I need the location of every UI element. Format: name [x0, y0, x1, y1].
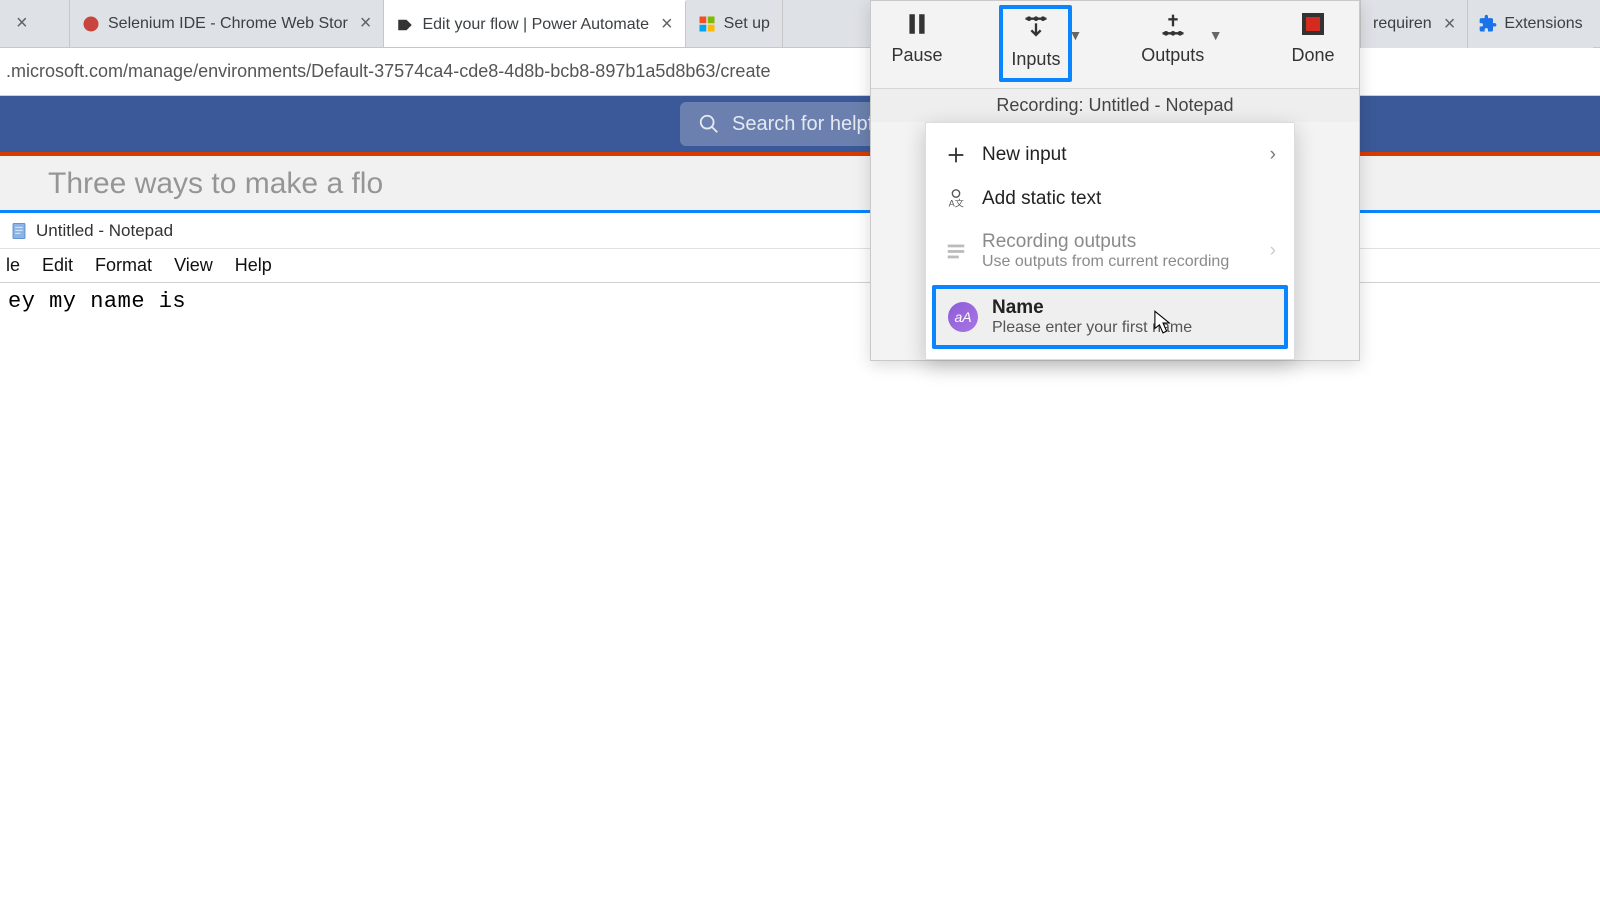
tab-title: requiren — [1373, 15, 1432, 33]
browser-tab-active[interactable]: Edit your flow | Power Automate × — [384, 0, 685, 47]
menu-view[interactable]: View — [174, 255, 213, 276]
browser-tab[interactable]: Selenium IDE - Chrome Web Stor × — [70, 0, 384, 47]
mouse-cursor-icon — [1154, 310, 1172, 336]
tab-title: Selenium IDE - Chrome Web Stor — [108, 15, 348, 33]
modal-scrim — [0, 156, 1600, 211]
address-bar[interactable]: .microsoft.com/manage/environments/Defau… — [0, 48, 1600, 96]
done-label: Done — [1291, 45, 1334, 66]
outputs-button-group[interactable]: Outputs ▼ — [1141, 9, 1223, 66]
outputs-icon — [1158, 9, 1188, 39]
recorder-toolbar: Pause Inputs ▼ Outputs ▼ — [870, 0, 1360, 361]
tab-title: Set up — [724, 15, 770, 33]
menu-add-static-text[interactable]: A文 Add static text — [926, 177, 1294, 221]
microsoft-icon — [698, 15, 716, 33]
extensions-label: Extensions — [1504, 15, 1582, 33]
notepad-window: Untitled - Notepad le Edit Format View H… — [0, 210, 1600, 900]
inputs-label: Inputs — [1011, 49, 1060, 70]
inputs-button[interactable]: Inputs — [999, 5, 1072, 82]
pause-label: Pause — [891, 45, 942, 66]
menu-file[interactable]: le — [6, 255, 20, 276]
svg-text:A文: A文 — [949, 197, 964, 208]
search-icon — [698, 113, 720, 135]
browser-tab[interactable]: requiren × — [1360, 0, 1468, 48]
menu-label: Add static text — [982, 188, 1101, 210]
pause-button[interactable]: Pause — [885, 9, 949, 66]
tab-strip-right: requiren × Extensions — [1360, 0, 1593, 48]
puzzle-icon — [1478, 14, 1498, 34]
inputs-dropdown: New input › A文 Add static text Recording… — [925, 122, 1295, 360]
tab-title: Edit your flow | Power Automate — [422, 16, 648, 34]
notepad-icon — [10, 222, 28, 240]
close-icon[interactable]: × — [360, 12, 372, 35]
menu-label: New input — [982, 144, 1067, 166]
menu-format[interactable]: Format — [95, 255, 152, 276]
menu-label: Recording outputs — [982, 231, 1229, 253]
extensions-button[interactable]: Extensions — [1468, 14, 1592, 34]
browser-tab[interactable]: × — [0, 0, 70, 47]
notepad-titlebar: Untitled - Notepad — [0, 213, 1600, 249]
stop-icon — [1298, 9, 1328, 39]
inputs-icon — [1021, 13, 1051, 43]
pause-icon — [902, 9, 932, 39]
inputs-button-group[interactable]: Inputs ▼ — [1007, 9, 1082, 78]
plus-icon — [944, 143, 968, 167]
outputs-button[interactable]: Outputs — [1141, 9, 1205, 66]
browser-tab[interactable]: Set up — [686, 0, 783, 47]
notepad-title: Untitled - Notepad — [36, 221, 173, 241]
menu-edit[interactable]: Edit — [42, 255, 73, 276]
page-banner: Search for helpful resources — [0, 96, 1600, 152]
recorder-status: Recording: Untitled - Notepad — [871, 88, 1359, 122]
chevron-down-icon[interactable]: ▼ — [1209, 27, 1223, 43]
static-text-icon: A文 — [944, 187, 968, 211]
recording-outputs-icon — [944, 239, 968, 263]
menu-recording-outputs: Recording outputs Use outputs from curre… — [926, 221, 1294, 281]
chevron-right-icon: › — [1270, 240, 1276, 262]
menu-help[interactable]: Help — [235, 255, 272, 276]
menu-sublabel: Use outputs from current recording — [982, 253, 1229, 271]
notepad-text-area[interactable]: ey my name is — [0, 283, 1600, 320]
menu-new-input[interactable]: New input › — [926, 133, 1294, 177]
close-icon[interactable]: × — [661, 13, 673, 36]
selenium-icon — [82, 15, 100, 33]
text-variable-icon: aA — [948, 302, 978, 332]
done-button[interactable]: Done — [1281, 9, 1345, 66]
headline-strip: Three ways to make a flo — [0, 152, 1600, 212]
outputs-label: Outputs — [1141, 45, 1204, 66]
close-icon[interactable]: × — [1444, 13, 1456, 36]
menu-input-name[interactable]: aA Name Please enter your first name — [932, 285, 1288, 349]
chevron-right-icon: › — [1270, 144, 1276, 166]
flow-icon — [396, 16, 414, 34]
notepad-menubar: le Edit Format View Help — [0, 249, 1600, 283]
close-icon[interactable]: × — [16, 12, 28, 35]
chevron-down-icon[interactable]: ▼ — [1068, 27, 1082, 43]
url-text: .microsoft.com/manage/environments/Defau… — [6, 61, 770, 82]
